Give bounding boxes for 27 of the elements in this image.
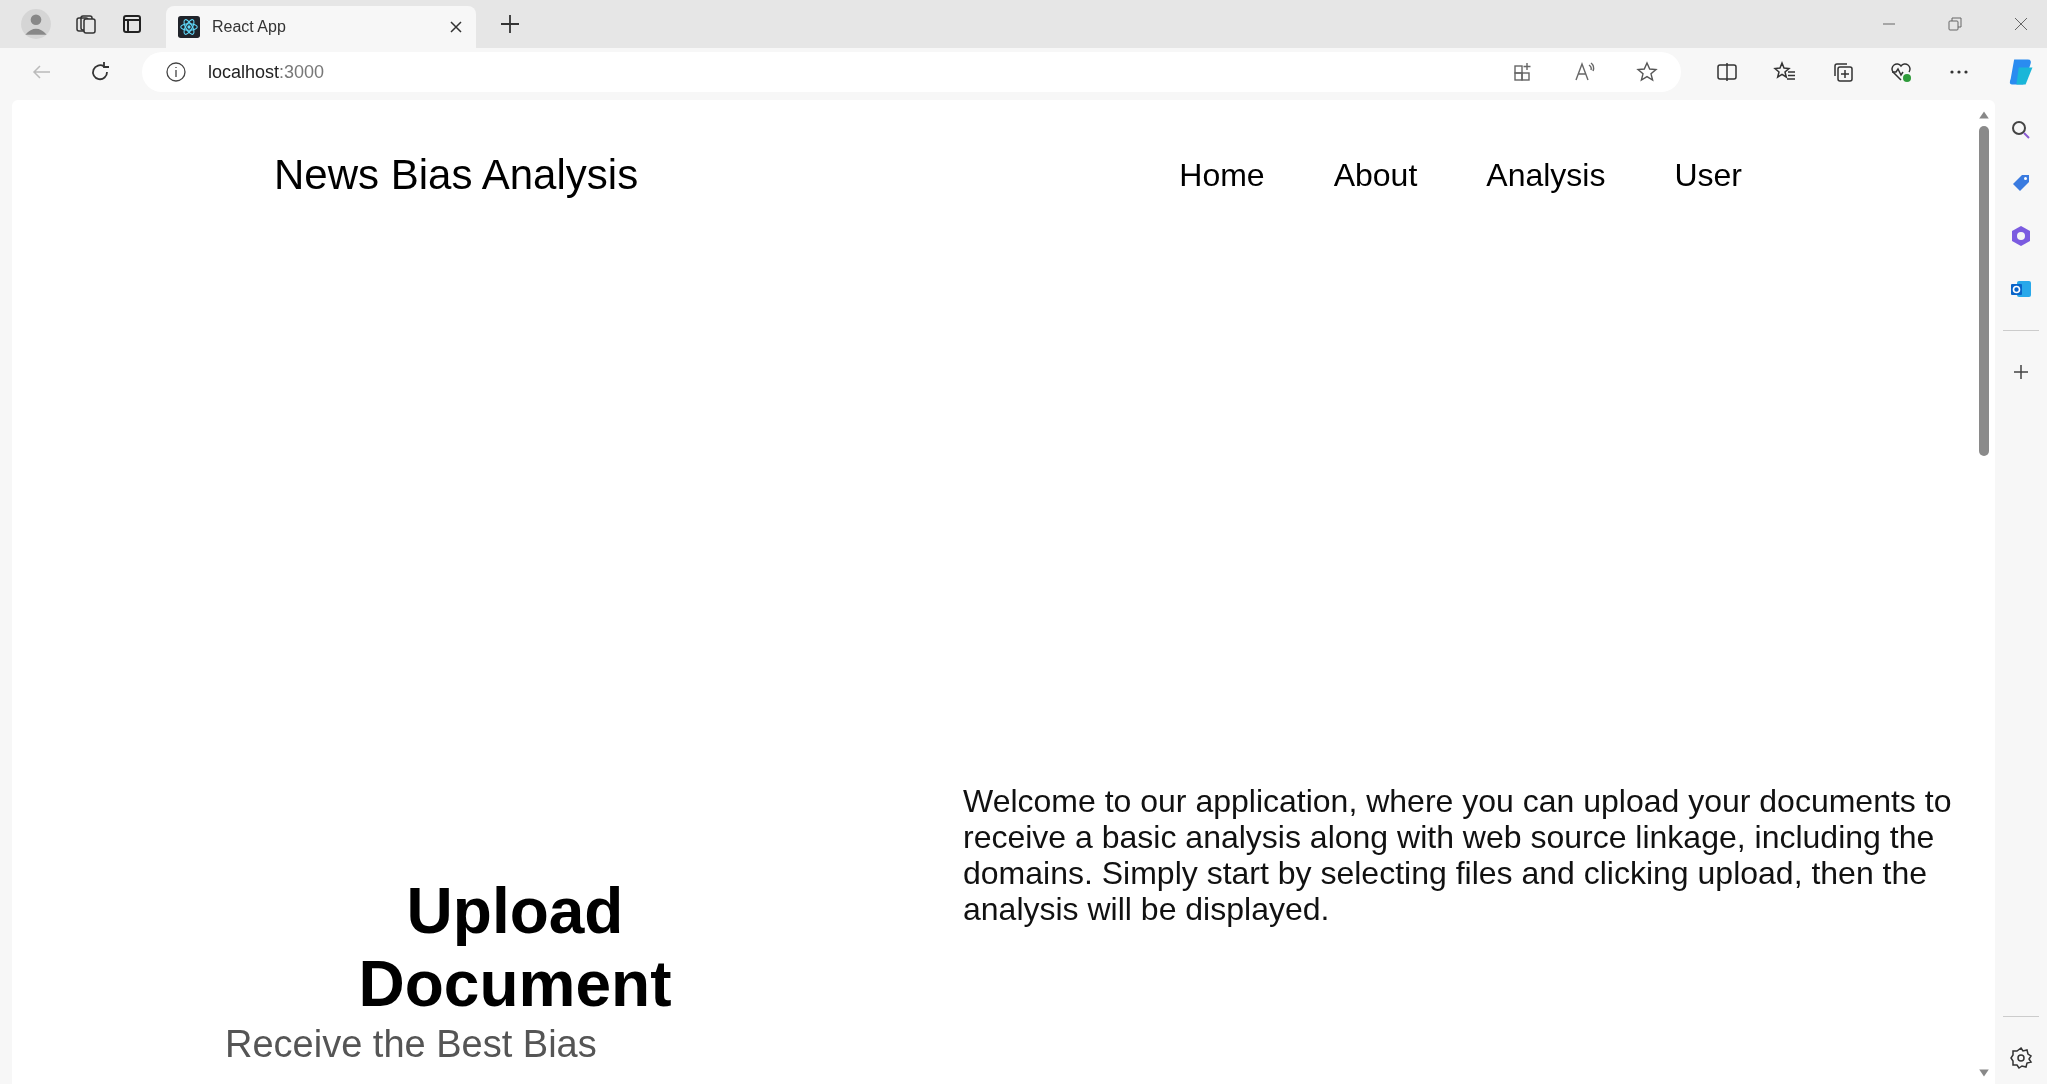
browser-tab[interactable]: React App (166, 6, 476, 48)
address-bar[interactable]: localhost:3000 (142, 52, 1681, 92)
nav-link[interactable]: Home (1179, 156, 1265, 194)
tab-actions-icon[interactable] (120, 12, 144, 36)
react-logo-icon (178, 16, 200, 38)
new-tab-icon[interactable] (498, 12, 522, 36)
site-title: News Bias Analysis (274, 151, 640, 199)
scroll-thumb[interactable] (1979, 126, 1989, 456)
settings-icon[interactable] (2009, 1046, 2033, 1070)
welcome-text: Welcome to our application, where you can upload your documents to receive a basic analysis along with web source linkage, including the domains. Simply start by selecting files and clicking upload, then the analysis will be displayed. (963, 783, 1953, 929)
restore-icon[interactable] (1947, 16, 1963, 32)
scroll-down-icon[interactable] (1978, 1068, 1990, 1078)
collections-icon[interactable] (1831, 60, 1855, 84)
split-screen-icon[interactable] (1715, 60, 1739, 84)
profile-icon[interactable] (20, 8, 52, 40)
info-icon (164, 60, 188, 84)
upload-subheading: Receive the Best Bias (225, 1023, 598, 1066)
close-icon[interactable] (448, 19, 464, 35)
hexagon-logo-icon[interactable] (2009, 224, 2033, 248)
nav-link[interactable]: About (1333, 156, 1418, 194)
nav-link[interactable]: Analysis (1486, 156, 1606, 194)
scroll-up-icon[interactable] (1978, 110, 1990, 120)
nav-link[interactable]: User (1674, 156, 1742, 194)
star-icon[interactable] (1635, 60, 1659, 84)
upload-heading: Upload Document (357, 875, 673, 1021)
workspaces-icon[interactable] (74, 12, 98, 36)
heart-pulse-icon[interactable] (1889, 60, 1913, 84)
